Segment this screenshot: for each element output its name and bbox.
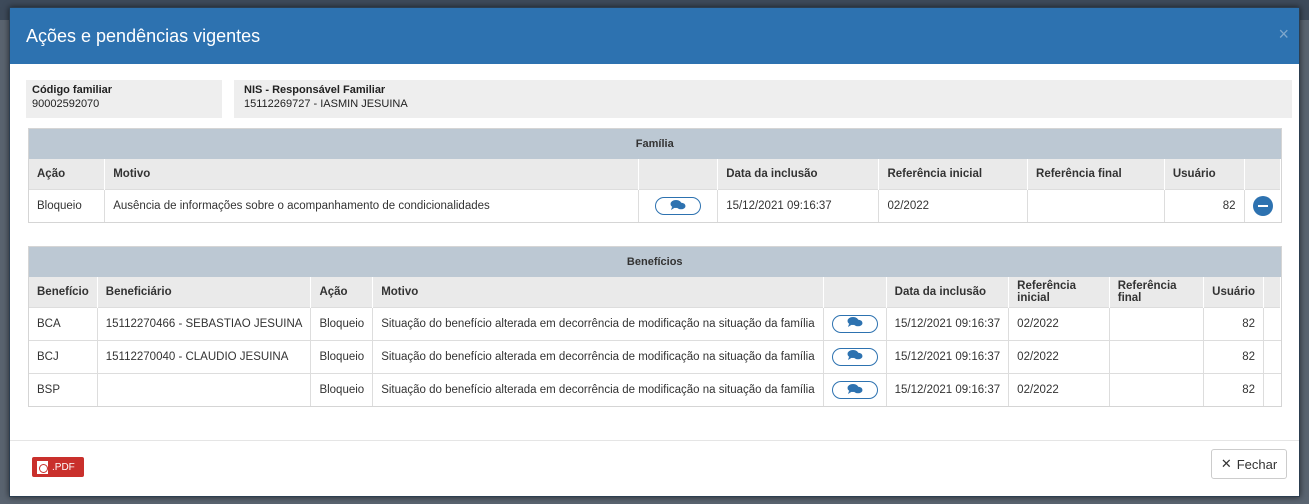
col-motivo: Motivo — [372, 277, 824, 307]
modal-header: Ações e pendências vigentes × — [10, 8, 1299, 64]
cell-ref-final — [1109, 339, 1205, 373]
cell-ref-final — [1109, 306, 1205, 340]
comments-button[interactable] — [831, 314, 878, 333]
cell-motivo: Situação do benefício alterada em decorr… — [372, 372, 824, 406]
col-beneficiario: Beneficiário — [97, 277, 312, 307]
cell-extra — [1263, 306, 1281, 340]
cell-data-inclusao: 15/12/2021 09:16:37 — [886, 339, 1010, 373]
close-label: Fechar — [1236, 456, 1278, 472]
cell-acao: Bloqueio — [310, 339, 374, 373]
close-icon: ✕ — [1220, 456, 1232, 471]
cell-acao: Bloqueio — [29, 188, 106, 222]
col-ref-inicial: Referência inicial — [878, 159, 1029, 189]
col-chat — [823, 277, 887, 307]
cell-usuario: 82 — [1203, 372, 1264, 406]
col-ref-inicial: Referência inicial — [1008, 277, 1110, 307]
modal-title: Ações e pendências vigentes — [26, 25, 261, 46]
col-usuario: Usuário — [1164, 159, 1245, 189]
familia-table-wrap: Família Ação Motivo Data da inclusão Ref… — [28, 128, 1282, 223]
cell-beneficio: BCA — [29, 306, 98, 340]
cell-motivo: Situação do benefício alterada em decorr… — [372, 339, 824, 373]
comments-button[interactable] — [831, 380, 878, 399]
col-beneficio: Benefício — [29, 277, 98, 307]
pdf-button[interactable]: .PDF — [32, 457, 84, 477]
cell-motivo: Situação do benefício alterada em decorr… — [372, 306, 824, 340]
nis-box: NIS - Responsável Familiar 15112269727 -… — [234, 80, 1292, 118]
comments-icon — [847, 317, 863, 328]
col-action — [1244, 159, 1281, 189]
nis-label: NIS - Responsável Familiar — [244, 84, 386, 96]
col-motivo: Motivo — [104, 159, 639, 189]
cell-ref-inicial: 02/2022 — [878, 188, 1029, 222]
cell-beneficio: BSP — [29, 372, 98, 406]
pdf-icon — [37, 460, 48, 474]
table-row: BSP Bloqueio Situação do benefício alter… — [29, 372, 1281, 406]
family-code-label: Código familiar — [32, 84, 113, 96]
family-code-value: 90002592070 — [32, 98, 100, 110]
comments-button[interactable] — [831, 347, 878, 366]
col-chat — [638, 159, 719, 189]
cell-beneficiario: 15112270466 - SEBASTIAO JESUINA — [97, 306, 312, 340]
beneficios-header-row: Benefício Beneficiário Ação Motivo Data … — [29, 277, 1281, 307]
cell-beneficiario: 15112270040 - CLAUDIO JESUINA — [97, 339, 312, 373]
cell-usuario: 82 — [1203, 306, 1264, 340]
familia-table: Família Ação Motivo Data da inclusão Ref… — [29, 129, 1281, 222]
family-info: Código familiar 90002592070 NIS - Respon… — [26, 80, 1299, 118]
comments-icon — [847, 350, 863, 361]
cell-chat — [823, 306, 887, 340]
cell-usuario: 82 — [1203, 339, 1264, 373]
col-data-inclusao: Data da inclusão — [717, 159, 880, 189]
cell-usuario: 82 — [1164, 188, 1245, 222]
pdf-label: .PDF — [52, 461, 75, 473]
cell-extra — [1263, 372, 1281, 406]
col-extra — [1263, 277, 1281, 307]
col-ref-final: Referência final — [1109, 277, 1205, 307]
cell-motivo: Ausência de informações sobre o acompanh… — [104, 188, 639, 222]
cell-data-inclusao: 15/12/2021 09:16:37 — [717, 188, 880, 222]
table-row: BCJ 15112270040 - CLAUDIO JESUINA Bloque… — [29, 339, 1281, 373]
cell-chat — [823, 372, 887, 406]
col-acao: Ação — [310, 277, 374, 307]
col-data-inclusao: Data da inclusão — [886, 277, 1010, 307]
cell-acao: Bloqueio — [310, 306, 374, 340]
beneficios-section-title: Benefícios — [29, 247, 1281, 277]
beneficios-table-wrap: Benefícios Benefício Beneficiário Ação M… — [28, 246, 1282, 407]
col-usuario: Usuário — [1203, 277, 1264, 307]
cell-acao: Bloqueio — [310, 372, 374, 406]
cell-remove — [1244, 188, 1281, 222]
col-ref-final: Referência final — [1027, 159, 1165, 189]
comments-icon — [670, 199, 686, 210]
col-acao: Ação — [29, 159, 106, 189]
cell-ref-inicial: 02/2022 — [1008, 372, 1110, 406]
remove-icon[interactable] — [1252, 195, 1273, 216]
familia-section-title: Família — [29, 129, 1281, 159]
comments-icon — [847, 383, 863, 394]
close-icon[interactable]: × — [1278, 24, 1289, 45]
cell-extra — [1263, 339, 1281, 373]
cell-chat — [638, 188, 719, 222]
familia-header-row: Ação Motivo Data da inclusão Referência … — [29, 159, 1281, 189]
cell-data-inclusao: 15/12/2021 09:16:37 — [886, 306, 1010, 340]
family-code-box: Código familiar 90002592070 — [26, 80, 222, 118]
cell-ref-final — [1109, 372, 1205, 406]
cell-ref-inicial: 02/2022 — [1008, 306, 1110, 340]
comments-button[interactable] — [654, 196, 701, 215]
cell-beneficiario — [97, 372, 312, 406]
nis-value: 15112269727 - IASMIN JESUINA — [244, 98, 408, 110]
close-button[interactable]: ✕ Fechar — [1211, 449, 1287, 479]
cell-data-inclusao: 15/12/2021 09:16:37 — [886, 372, 1010, 406]
beneficios-table: Benefícios Benefício Beneficiário Ação M… — [29, 247, 1281, 406]
modal-dialog: Ações e pendências vigentes × Código fam… — [9, 7, 1300, 497]
cell-chat — [823, 339, 887, 373]
table-row: BCA 15112270466 - SEBASTIAO JESUINA Bloq… — [29, 306, 1281, 340]
cell-ref-inicial: 02/2022 — [1008, 339, 1110, 373]
table-row: Bloqueio Ausência de informações sobre o… — [29, 188, 1281, 222]
footer-divider — [10, 440, 1299, 441]
cell-ref-final — [1027, 188, 1165, 222]
cell-beneficio: BCJ — [29, 339, 98, 373]
